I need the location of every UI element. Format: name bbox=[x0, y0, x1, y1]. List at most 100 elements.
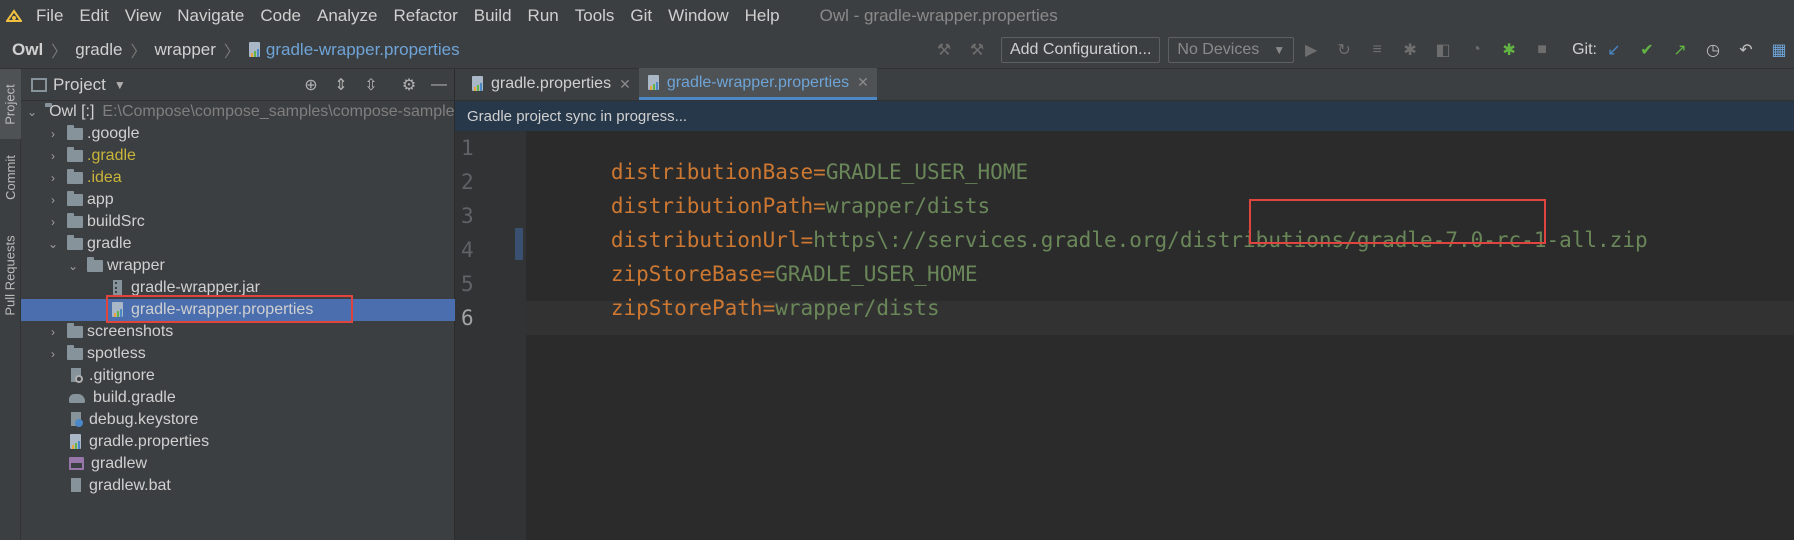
tree-item-root[interactable]: ⌄ Owl [:] E:\Compose\compose_samples\com… bbox=[21, 101, 455, 123]
settings-gear-icon[interactable]: ⚙ bbox=[400, 76, 418, 94]
rollback-icon[interactable]: ↶ bbox=[1737, 41, 1755, 59]
tree-item-gradlew[interactable]: gradlew bbox=[21, 453, 455, 475]
chevron-down-icon[interactable]: ⌄ bbox=[67, 259, 79, 273]
chevron-right-icon[interactable]: › bbox=[47, 325, 59, 339]
project-view-icon bbox=[31, 77, 47, 92]
project-structure-icon[interactable]: ▦ bbox=[1770, 41, 1788, 59]
hammer-build-icon[interactable]: ⚒ bbox=[935, 41, 953, 59]
tree-item-buildsrc[interactable]: › buildSrc bbox=[21, 211, 455, 233]
stop-icon[interactable]: ■ bbox=[1533, 41, 1551, 59]
menu-view[interactable]: View bbox=[125, 6, 162, 26]
properties-file-icon bbox=[647, 74, 661, 91]
expand-all-icon[interactable]: ⇕ bbox=[332, 76, 350, 94]
project-panel: Project ▼ ⊕ ⇕ ⇳ ⚙ — ⌄ Owl [:] E:\Compose… bbox=[21, 69, 455, 540]
menu-tools[interactable]: Tools bbox=[575, 6, 615, 26]
menu-window[interactable]: Window bbox=[668, 6, 728, 26]
tab-label: gradle.properties bbox=[491, 75, 612, 92]
left-tool-stripe: Project Commit Pull Requests bbox=[0, 69, 21, 540]
menu-help[interactable]: Help bbox=[745, 6, 780, 26]
git-push-icon[interactable]: ↗ bbox=[1671, 41, 1689, 59]
main-toolbar: ⚒ ⚒ Add Configuration... No Devices ▼ ▶ … bbox=[935, 31, 1794, 69]
properties-file-icon bbox=[471, 76, 485, 92]
git-commit-icon[interactable]: ✔ bbox=[1638, 41, 1656, 59]
tool-tab-pull-requests[interactable]: Pull Requests bbox=[0, 225, 21, 325]
menu-edit[interactable]: Edit bbox=[79, 6, 108, 26]
collapse-all-icon[interactable]: ⇳ bbox=[362, 76, 380, 94]
tab-gradle-properties[interactable]: gradle.properties ✕ bbox=[463, 68, 639, 100]
run-icon[interactable]: ▶ bbox=[1302, 41, 1320, 59]
breadcrumb-gradle[interactable]: gradle bbox=[75, 40, 122, 60]
tree-item-gradle-hidden[interactable]: › .gradle bbox=[21, 145, 455, 167]
code-editor[interactable]: 1 2 3 4 5 6 distributionBase=GRADLE_USER… bbox=[455, 131, 1794, 540]
project-panel-header: Project ▼ ⊕ ⇕ ⇳ ⚙ — bbox=[21, 69, 454, 101]
tab-label: gradle-wrapper.properties bbox=[666, 73, 850, 91]
tree-item-label: .google bbox=[87, 125, 140, 142]
tree-item-gradle-properties[interactable]: gradle.properties bbox=[21, 431, 455, 453]
tree-item-label: gradle-wrapper.jar bbox=[131, 279, 260, 296]
chevron-right-icon[interactable]: › bbox=[47, 149, 59, 163]
batch-file-icon bbox=[69, 478, 83, 494]
tree-item-gradle[interactable]: ⌄ gradle bbox=[21, 233, 455, 255]
chevron-down-icon[interactable]: ⌄ bbox=[27, 105, 37, 119]
code-line[interactable] bbox=[535, 306, 611, 378]
tool-tab-commit[interactable]: Commit bbox=[0, 145, 21, 209]
history-icon[interactable]: ◷ bbox=[1704, 41, 1722, 59]
menu-build[interactable]: Build bbox=[474, 6, 512, 26]
menu-run[interactable]: Run bbox=[528, 6, 559, 26]
menu-navigate[interactable]: Navigate bbox=[177, 6, 244, 26]
breadcrumb-separator-icon: 〉 bbox=[51, 43, 68, 61]
menu-git[interactable]: Git bbox=[630, 6, 652, 26]
tree-item-label: Owl [:] bbox=[49, 103, 95, 120]
profile-icon[interactable]: ◔ bbox=[1467, 41, 1485, 59]
tree-item-wrapper-properties[interactable]: gradle-wrapper.properties bbox=[21, 299, 455, 321]
add-configuration-button[interactable]: Add Configuration... bbox=[1000, 37, 1161, 63]
menu-analyze[interactable]: Analyze bbox=[317, 6, 377, 26]
chevron-right-icon[interactable]: › bbox=[47, 347, 59, 361]
tree-item-idea[interactable]: › .idea bbox=[21, 167, 455, 189]
property-value: wrapper/dists bbox=[775, 296, 940, 320]
tree-item-path: E:\Compose\compose_samples\compose-sampl… bbox=[102, 103, 455, 120]
chevron-down-icon[interactable]: ▼ bbox=[114, 78, 126, 92]
breadcrumb-project[interactable]: Owl bbox=[12, 40, 43, 60]
chevron-down-icon[interactable]: ⌄ bbox=[47, 237, 59, 251]
tree-item-gitignore[interactable]: .gitignore bbox=[21, 365, 455, 387]
chevron-right-icon[interactable]: › bbox=[47, 171, 59, 185]
debug-icon[interactable]: ✱ bbox=[1401, 41, 1419, 59]
close-tab-icon[interactable]: ✕ bbox=[857, 74, 869, 91]
tree-item-build-gradle[interactable]: build.gradle bbox=[21, 387, 455, 409]
hammer-make-icon[interactable]: ⚒ bbox=[968, 41, 986, 59]
gradle-sync-banner: Gradle project sync in progress... bbox=[455, 101, 1794, 131]
menu-refactor[interactable]: Refactor bbox=[393, 6, 457, 26]
tree-item-debug-keystore[interactable]: debug.keystore bbox=[21, 409, 455, 431]
git-update-icon[interactable]: ↙ bbox=[1605, 41, 1623, 59]
breadcrumb-wrapper[interactable]: wrapper bbox=[154, 40, 215, 60]
attach-debugger-icon[interactable]: ◧ bbox=[1434, 41, 1452, 59]
chevron-right-icon[interactable]: › bbox=[47, 127, 59, 141]
menu-file[interactable]: File bbox=[36, 6, 63, 26]
menu-code[interactable]: Code bbox=[260, 6, 301, 26]
tree-item-wrapper[interactable]: ⌄ wrapper bbox=[21, 255, 455, 277]
close-tab-icon[interactable]: ✕ bbox=[619, 76, 631, 93]
property-separator: = bbox=[762, 296, 776, 320]
locate-file-icon[interactable]: ⊕ bbox=[302, 76, 320, 94]
editor-area: gradle.properties ✕ gradle-wrapper.prope… bbox=[455, 68, 1794, 540]
tab-gradle-wrapper-properties[interactable]: gradle-wrapper.properties ✕ bbox=[638, 68, 877, 100]
hide-panel-icon[interactable]: — bbox=[430, 76, 448, 94]
chevron-right-icon[interactable]: › bbox=[47, 215, 59, 229]
device-select-dropdown[interactable]: No Devices ▼ bbox=[1168, 37, 1295, 63]
breadcrumb-file[interactable]: gradle-wrapper.properties bbox=[266, 40, 460, 60]
apply-code-changes-icon[interactable]: ≡ bbox=[1368, 41, 1386, 59]
chevron-right-icon[interactable]: › bbox=[47, 193, 59, 207]
tree-item-gradlew-bat[interactable]: gradlew.bat bbox=[21, 475, 455, 497]
tree-item-screenshots[interactable]: › screenshots bbox=[21, 321, 455, 343]
sync-gradle-icon[interactable]: ✱ bbox=[1500, 41, 1518, 59]
tree-item-google[interactable]: › .google bbox=[21, 123, 455, 145]
tree-item-spotless[interactable]: › spotless bbox=[21, 343, 455, 365]
project-panel-title[interactable]: Project bbox=[53, 75, 106, 95]
tree-item-app[interactable]: › app bbox=[21, 189, 455, 211]
shell-script-icon bbox=[69, 456, 85, 472]
apply-changes-icon[interactable]: ↻ bbox=[1335, 41, 1353, 59]
tool-tab-project[interactable]: Project bbox=[0, 69, 21, 139]
gitignore-file-icon bbox=[69, 368, 83, 384]
tree-item-wrapper-jar[interactable]: gradle-wrapper.jar bbox=[21, 277, 455, 299]
